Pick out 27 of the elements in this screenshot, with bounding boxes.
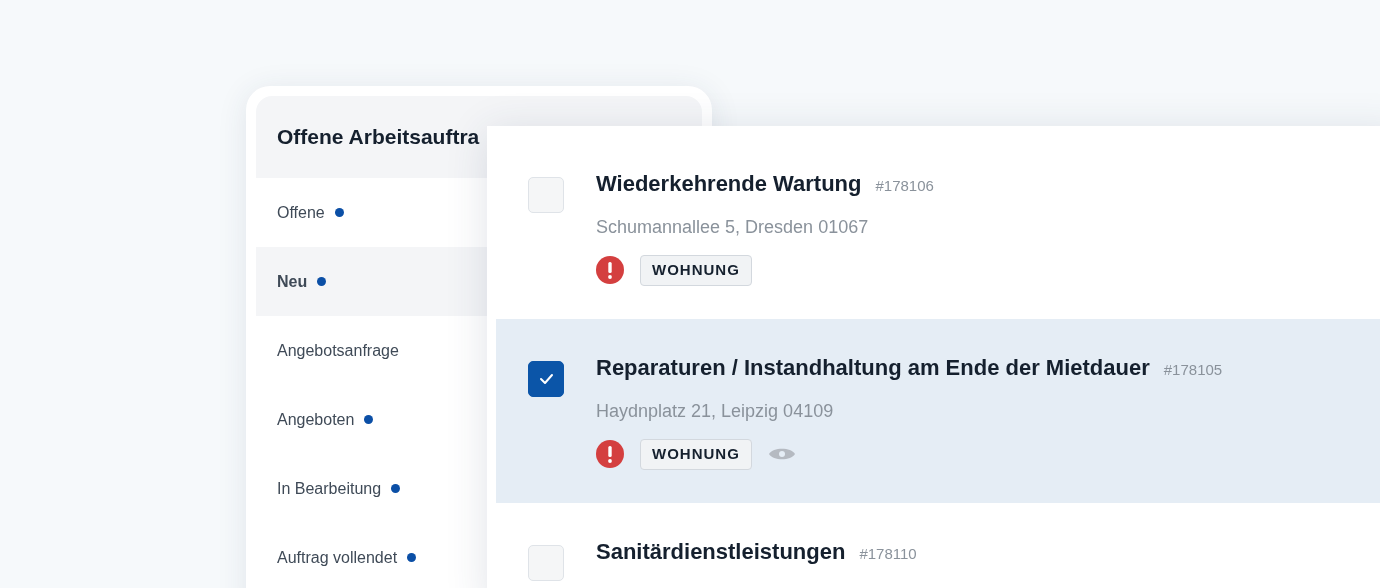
filter-label: Angebotsanfrage: [277, 340, 399, 361]
order-number: #178106: [875, 176, 934, 196]
panel-title: Offene Arbeitsauftra: [277, 124, 480, 151]
filter-item[interactable]: Neu: [256, 247, 487, 316]
order-number: #178105: [1163, 360, 1223, 380]
filter-item[interactable]: Angebotsanfrage: [256, 316, 487, 385]
order-title[interactable]: Wiederkehrende Wartung: [596, 167, 862, 200]
filter-item[interactable]: Auftrag vollendet: [256, 523, 487, 588]
filter-label: Angeboten: [277, 409, 355, 430]
filter-item[interactable]: Offene: [256, 178, 487, 247]
filter-label: Neu: [277, 271, 308, 292]
selected-row[interactable]: Reparaturen / Instandhaltung am Ende der Mietdauer #178105 Haydnplatz 21, Leipzig 04109 WOHNUNG: [496, 319, 1380, 503]
order-row[interactable]: Wiederkehrende Wartung #178106 Schumannallee 5, Dresden 01067 WOHNUNG: [496, 135, 1380, 319]
filter-label: Offene: [277, 202, 325, 223]
tag-label: WOHNUNG: [640, 255, 752, 286]
filter-item[interactable]: Angeboten: [256, 385, 487, 454]
order-address: Haydnplatz 21, Leipzig 04109: [596, 400, 835, 423]
filter-item[interactable]: In Bearbeitung: [256, 454, 487, 523]
order-row[interactable]: Sanitärdienstleistungen #178110: [496, 503, 1380, 588]
order-address: Schumannallee 5, Dresden 01067: [596, 216, 870, 239]
filter-label: Auftrag vollendet: [277, 547, 398, 568]
tag-label: WOHNUNG: [640, 439, 752, 470]
order-number: #178110: [859, 544, 917, 564]
order-title[interactable]: Reparaturen / Instandhaltung am Ende der Mietdauer: [596, 351, 1150, 384]
filter-label: In Bearbeitung: [277, 478, 382, 499]
order-title[interactable]: Sanitärdienstleistungen: [596, 535, 846, 568]
checkbox[interactable]: [528, 361, 564, 397]
